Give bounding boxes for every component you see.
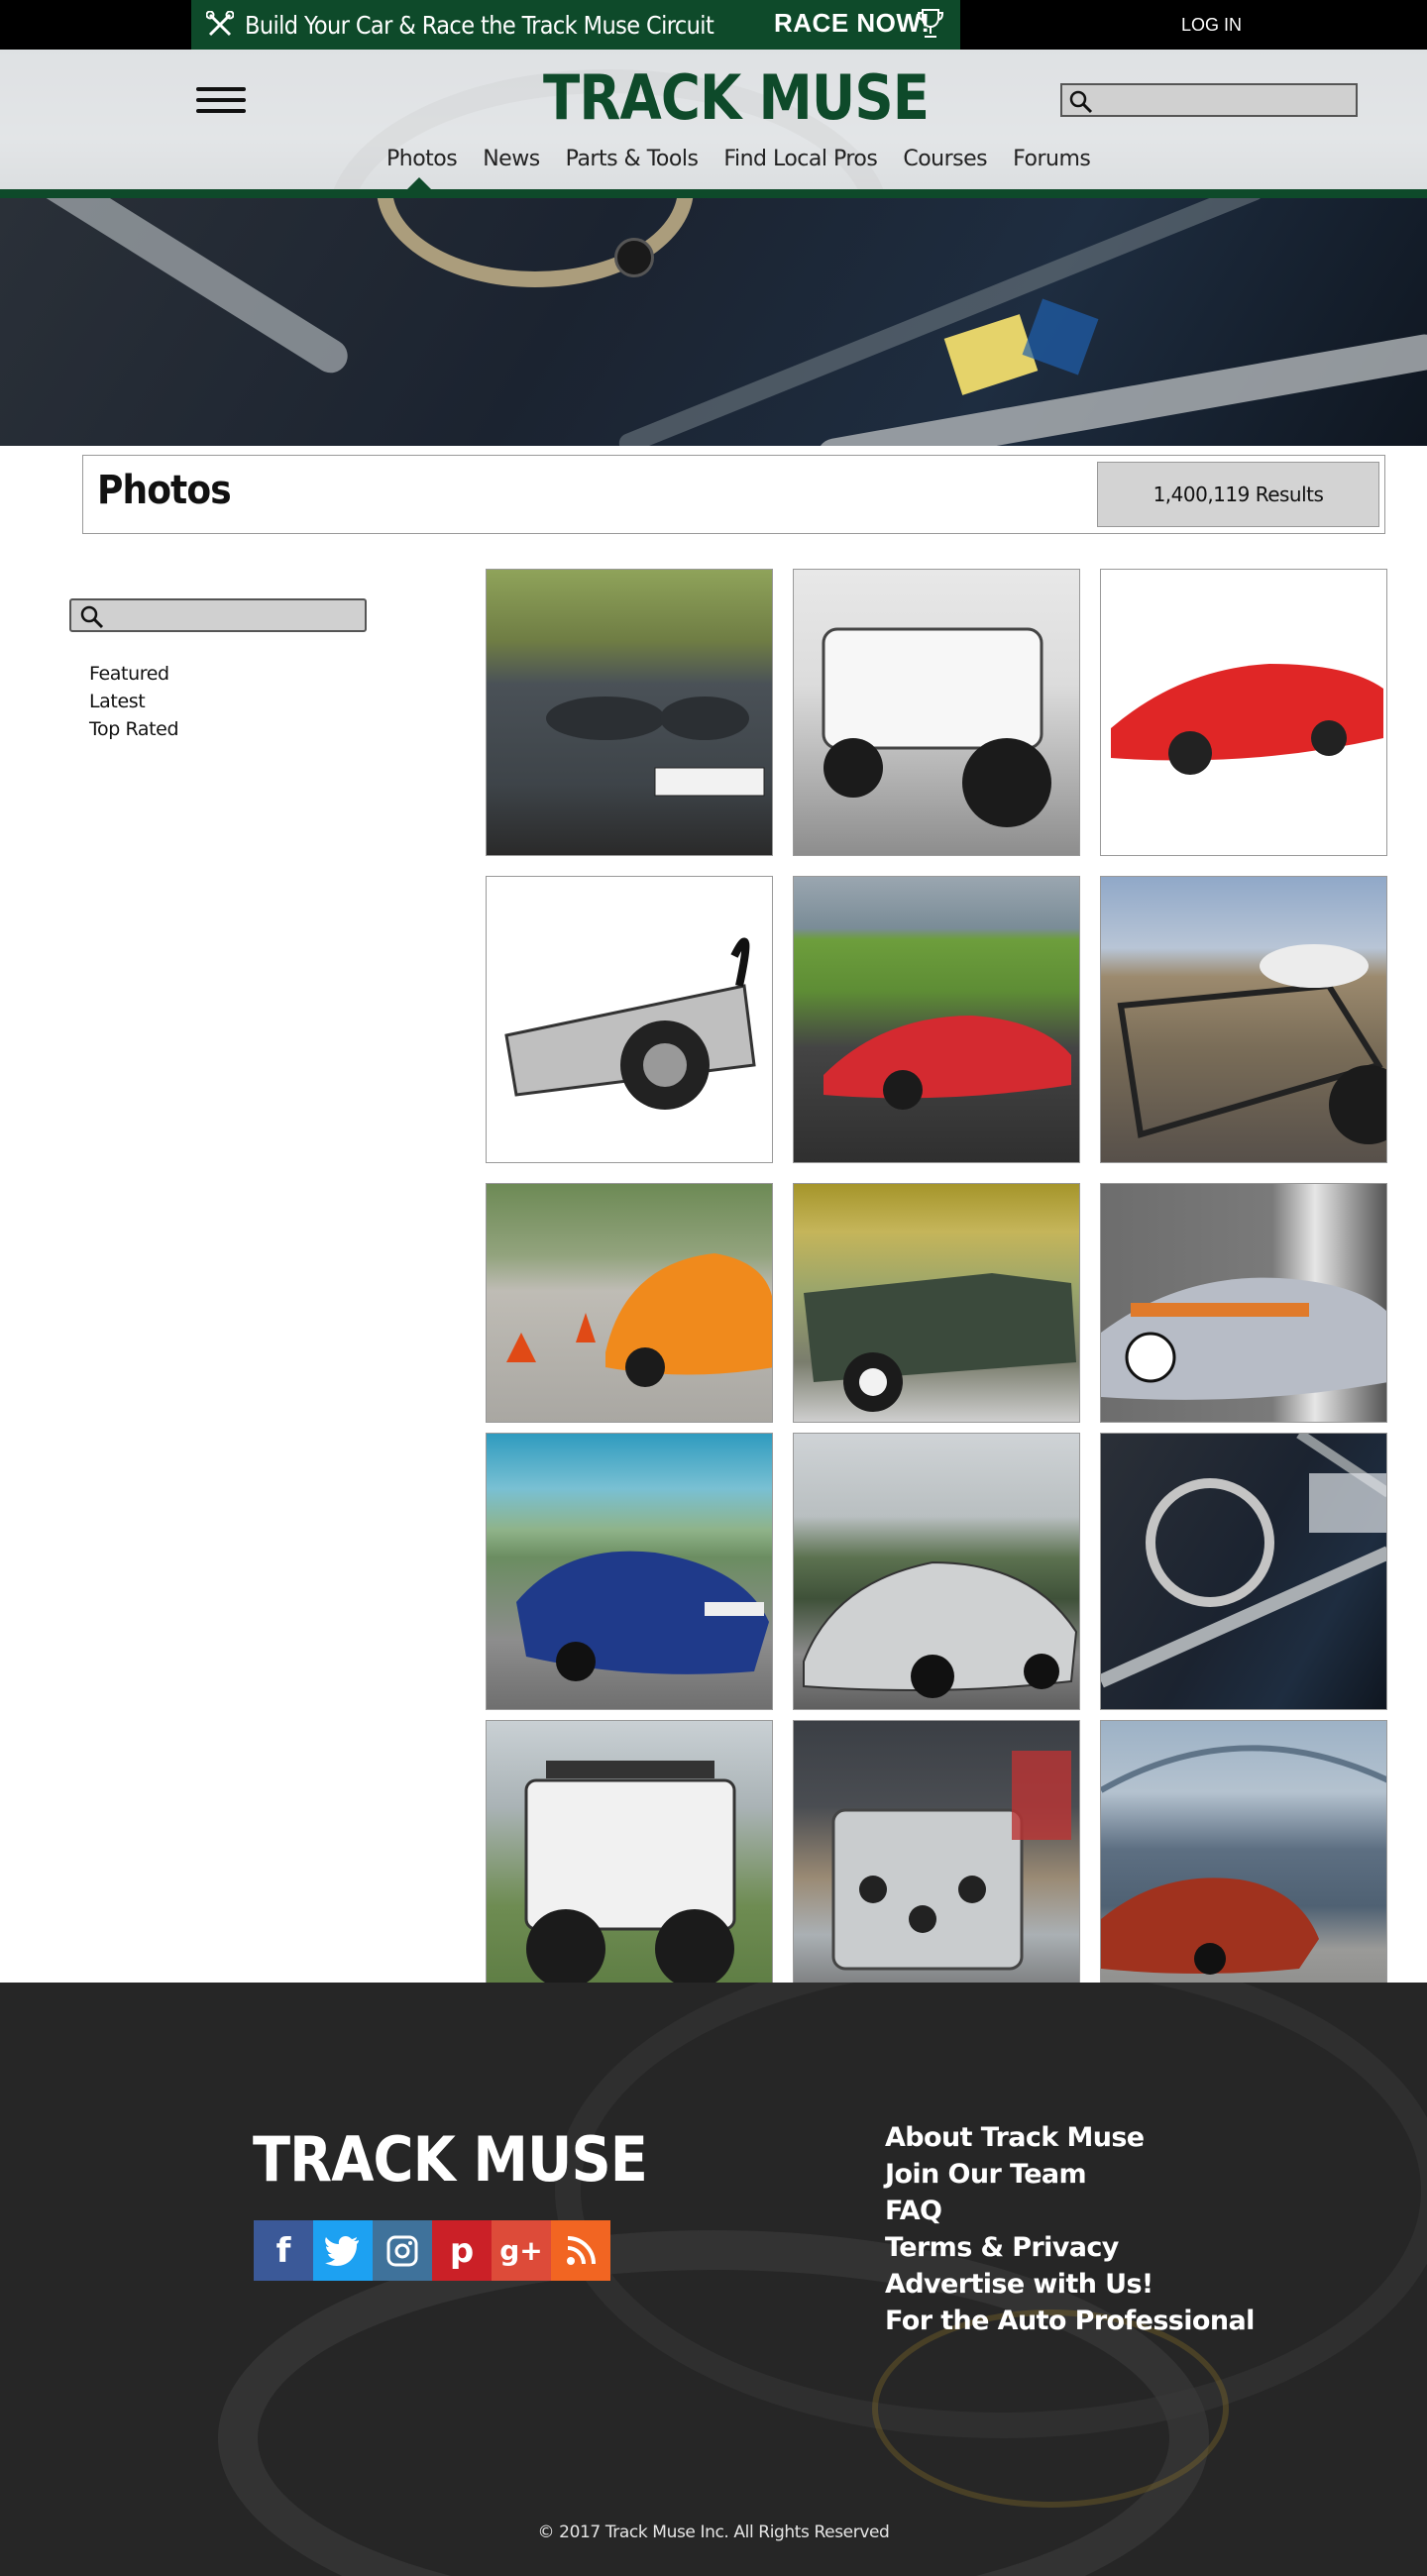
pinterest-icon[interactable]: p bbox=[432, 2220, 492, 2281]
photo-filters: Featured Latest Top Rated bbox=[89, 660, 179, 743]
photo-tile[interactable] bbox=[486, 569, 773, 856]
photo-tile[interactable] bbox=[793, 1183, 1080, 1423]
photo-tile[interactable] bbox=[486, 876, 773, 1163]
rss-icon[interactable] bbox=[551, 2220, 610, 2281]
race-now-link[interactable]: RACE NOW! bbox=[774, 8, 931, 39]
copyright: © 2017 Track Muse Inc. All Rights Reserv… bbox=[537, 2522, 890, 2542]
trophy-icon bbox=[917, 8, 944, 45]
footer-link-join-team[interactable]: Join Our Team bbox=[885, 2156, 1255, 2193]
photos-header-bar: Photos 1,400,119 Results bbox=[82, 455, 1385, 534]
nav-forums[interactable]: Forums bbox=[1013, 147, 1091, 171]
site-header: TRACK MUSE Photos News Parts & Tools Fin… bbox=[0, 50, 1427, 198]
search-icon bbox=[1068, 89, 1094, 120]
photo-tile[interactable] bbox=[1100, 1720, 1387, 2007]
login-link[interactable]: LOG IN bbox=[1181, 15, 1242, 36]
photo-tile[interactable] bbox=[793, 876, 1080, 1163]
footer-links: About Track Muse Join Our Team FAQ Terms… bbox=[885, 2119, 1255, 2339]
instagram-icon[interactable] bbox=[373, 2220, 432, 2281]
twitter-icon[interactable] bbox=[313, 2220, 373, 2281]
filter-latest[interactable]: Latest bbox=[89, 688, 178, 715]
results-count: 1,400,119 Results bbox=[1097, 462, 1379, 527]
photo-tile[interactable] bbox=[793, 569, 1080, 856]
footer-link-auto-professional[interactable]: For the Auto Professional bbox=[885, 2303, 1255, 2339]
page-title: Photos bbox=[97, 468, 232, 513]
hero-image-car-interior bbox=[0, 198, 1427, 446]
top-bar: Build Your Car & Race the Track Muse Cir… bbox=[0, 0, 1427, 50]
nav-news[interactable]: News bbox=[483, 147, 540, 171]
facebook-icon[interactable]: f bbox=[254, 2220, 313, 2281]
photo-tile[interactable] bbox=[486, 1183, 773, 1423]
menu-hamburger-icon[interactable] bbox=[196, 87, 246, 113]
footer-link-faq[interactable]: FAQ bbox=[885, 2193, 1255, 2229]
photo-tile[interactable] bbox=[793, 1720, 1080, 2007]
photo-tile[interactable] bbox=[486, 1433, 773, 1710]
search-icon bbox=[79, 604, 105, 635]
site-logo[interactable]: TRACK MUSE bbox=[543, 61, 930, 134]
wrench-screwdriver-icon bbox=[205, 10, 235, 40]
nav-parts-tools[interactable]: Parts & Tools bbox=[566, 147, 699, 171]
header-search-input[interactable] bbox=[1060, 83, 1358, 117]
nav-courses[interactable]: Courses bbox=[903, 147, 987, 171]
footer-link-terms-privacy[interactable]: Terms & Privacy bbox=[885, 2229, 1255, 2266]
google-plus-icon[interactable]: g+ bbox=[492, 2220, 551, 2281]
active-nav-indicator bbox=[407, 177, 431, 189]
footer-logo[interactable]: TRACK MUSE bbox=[253, 2123, 648, 2196]
header-divider bbox=[0, 189, 1427, 198]
site-footer: TRACK MUSE f p g+ About Track Muse Join … bbox=[0, 1983, 1427, 2576]
photo-tile[interactable] bbox=[1100, 569, 1387, 856]
nav-photos[interactable]: Photos bbox=[386, 147, 458, 171]
filter-top-rated[interactable]: Top Rated bbox=[89, 715, 179, 743]
sidebar-search-input[interactable] bbox=[69, 598, 367, 632]
footer-link-about[interactable]: About Track Muse bbox=[885, 2119, 1255, 2156]
nav-find-local-pros[interactable]: Find Local Pros bbox=[723, 147, 877, 171]
filter-featured[interactable]: Featured bbox=[89, 660, 178, 688]
photo-tile[interactable] bbox=[1100, 1183, 1387, 1423]
social-links: f p g+ bbox=[254, 2220, 610, 2281]
promo-banner[interactable]: Build Your Car & Race the Track Muse Cir… bbox=[191, 0, 960, 50]
photo-tile[interactable] bbox=[793, 1433, 1080, 1710]
photo-tile[interactable] bbox=[1100, 1433, 1387, 1710]
photo-tile[interactable] bbox=[486, 1720, 773, 2007]
footer-link-advertise[interactable]: Advertise with Us! bbox=[885, 2266, 1255, 2303]
photo-tile[interactable] bbox=[1100, 876, 1387, 1163]
main-nav: Photos News Parts & Tools Find Local Pro… bbox=[386, 147, 1091, 171]
promo-text[interactable]: Build Your Car & Race the Track Muse Cir… bbox=[245, 11, 714, 40]
